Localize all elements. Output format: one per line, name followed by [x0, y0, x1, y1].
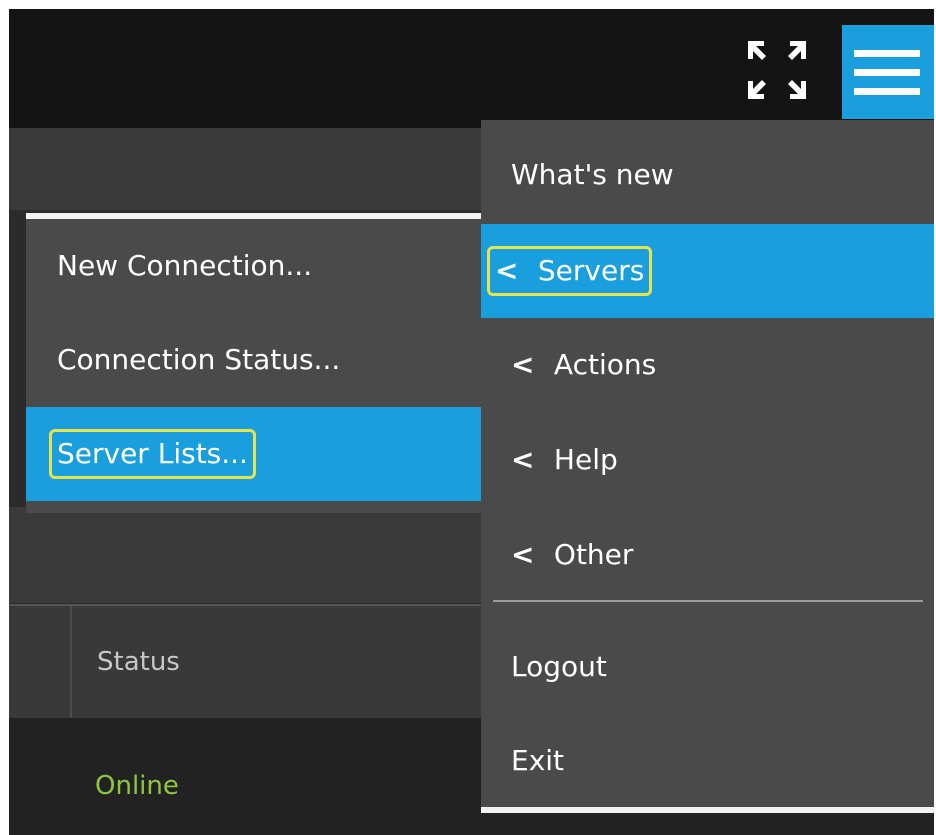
top-toolbar [9, 9, 934, 130]
server-lists-label: Server Lists... [49, 429, 256, 479]
hamburger-bar [854, 50, 920, 57]
chevron-left-icon: < [511, 443, 535, 476]
column-separator [70, 606, 72, 718]
app-window: Status Online New Connection... Connecti… [9, 9, 934, 835]
logout-label: Logout [511, 650, 607, 683]
servers-label: Servers [537, 254, 645, 287]
actions-menu-item[interactable]: < Actions [481, 318, 934, 412]
help-label: Help [553, 443, 618, 476]
new-connection-label: New Connection... [57, 249, 313, 282]
new-connection-menu-item[interactable]: New Connection... [26, 219, 496, 313]
hamburger-menu-button[interactable] [842, 25, 934, 119]
status-column-header[interactable]: Status [97, 647, 180, 677]
menu-divider [493, 600, 923, 602]
exit-menu-item[interactable]: Exit [481, 714, 934, 808]
exit-label: Exit [511, 744, 565, 777]
servers-submenu: New Connection... Connection Status... S… [26, 213, 496, 513]
servers-menu-item[interactable]: < Servers [481, 224, 934, 318]
whats-new-menu-item[interactable]: What's new [481, 128, 934, 222]
connection-status-label: Connection Status... [57, 343, 341, 376]
main-menu: What's new < Servers < Actions < Help < … [481, 120, 934, 813]
server-lists-menu-item[interactable]: Server Lists... [26, 407, 496, 501]
other-menu-item[interactable]: < Other [481, 508, 934, 602]
chevron-left-icon: < [495, 254, 519, 287]
connection-status-menu-item[interactable]: Connection Status... [26, 313, 496, 407]
logout-menu-item[interactable]: Logout [481, 620, 934, 714]
chevron-left-icon: < [511, 538, 535, 571]
hamburger-bar [854, 88, 920, 95]
help-menu-item[interactable]: < Help [481, 413, 934, 507]
whats-new-label: What's new [511, 158, 674, 191]
hamburger-bar [854, 69, 920, 76]
actions-label: Actions [553, 348, 657, 381]
chevron-left-icon: < [511, 348, 535, 381]
status-value: Online [95, 771, 179, 801]
fullscreen-icon[interactable] [744, 37, 810, 103]
servers-highlight: < Servers [487, 246, 653, 296]
other-label: Other [553, 538, 634, 571]
